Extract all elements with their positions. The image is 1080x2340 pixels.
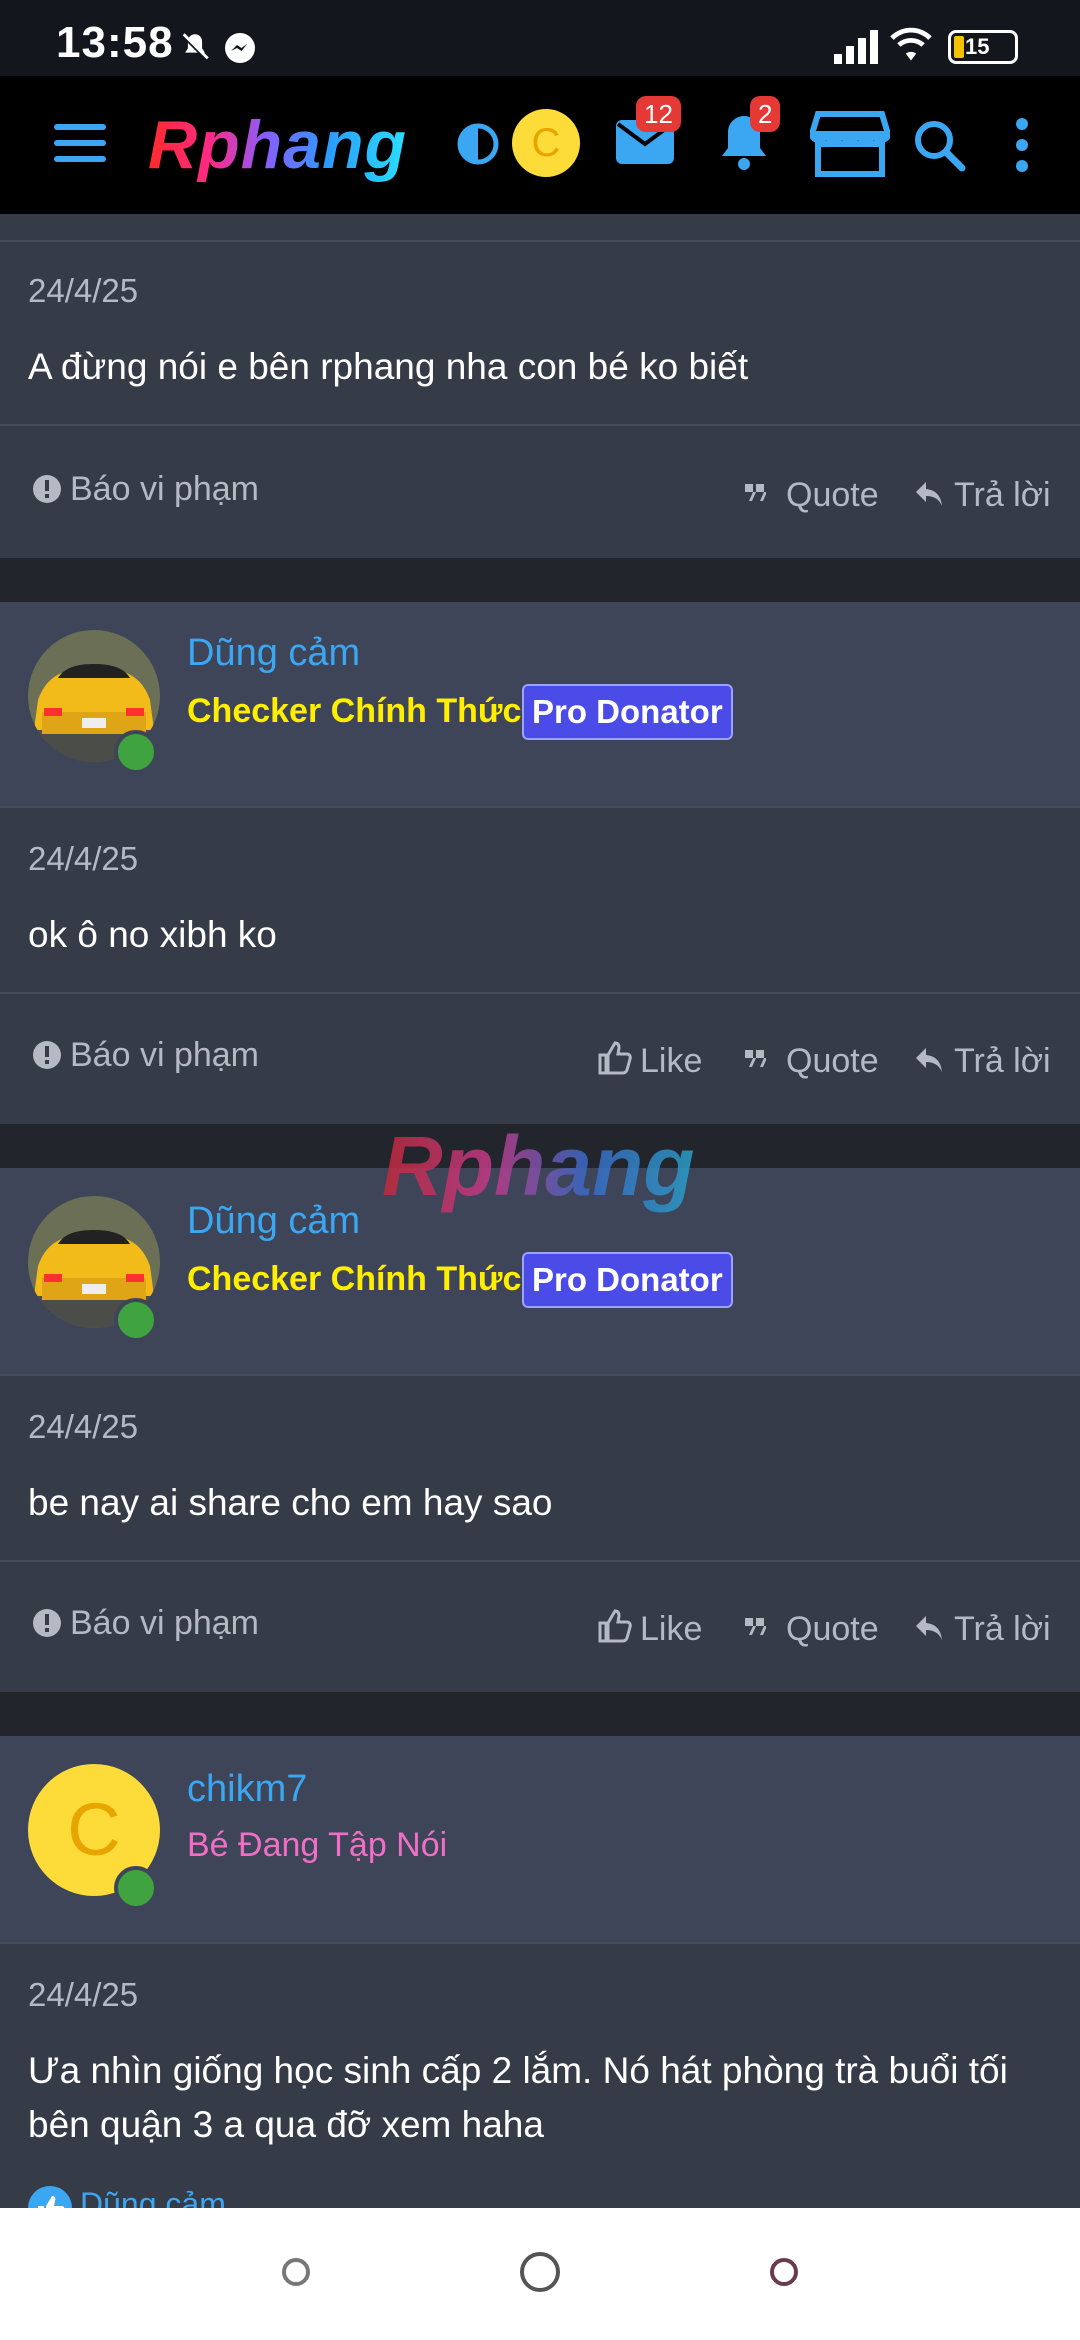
like-icon: [596, 1608, 632, 1644]
nav-home-button[interactable]: [520, 2252, 560, 2292]
user-title: Bé Đang Tập Nói: [187, 1826, 448, 1864]
divider: [0, 1560, 1080, 1562]
quote-button[interactable]: Quote: [786, 1610, 879, 1649]
post-user-section: [0, 1736, 1080, 1942]
post-username[interactable]: Dũng cảm: [187, 632, 360, 675]
quote-icon: [744, 1048, 767, 1070]
divider: [0, 806, 1080, 808]
user-title: Checker Chính Thức: [187, 692, 522, 730]
online-status-icon: [114, 730, 158, 774]
report-link[interactable]: Báo vi phạm: [70, 470, 259, 509]
post-username[interactable]: chikm7: [187, 1768, 307, 1811]
like-button[interactable]: Like: [640, 1610, 702, 1649]
watermark-logo: Rphang: [382, 1119, 695, 1213]
nav-back-button[interactable]: [282, 2258, 310, 2286]
quote-button[interactable]: Quote: [786, 1042, 879, 1081]
report-icon[interactable]: [32, 474, 62, 504]
post-gap: [0, 558, 1080, 602]
battery-level: 15: [965, 34, 990, 59]
report-icon[interactable]: [32, 1040, 62, 1070]
reply-icon: [914, 1046, 944, 1074]
messenger-icon: [222, 30, 258, 66]
quote-icon: [744, 482, 767, 504]
reply-icon: [914, 480, 944, 508]
pro-donator-badge: Pro Donator: [522, 684, 733, 740]
post-date: 24/4/25: [28, 1408, 139, 1445]
divider: [0, 1942, 1080, 1944]
alerts-count-badge: 2: [750, 96, 781, 132]
divider: [0, 240, 1080, 242]
reply-button[interactable]: Trả lời: [954, 1610, 1051, 1649]
theme-toggle-icon[interactable]: [456, 122, 500, 166]
messages-count-badge: 12: [636, 96, 681, 132]
more-options-icon[interactable]: [1012, 118, 1032, 172]
site-logo[interactable]: Rphang: [148, 106, 407, 184]
like-icon: [596, 1040, 632, 1076]
pro-donator-badge: Pro Donator: [522, 1252, 733, 1308]
online-status-icon: [114, 1298, 158, 1342]
report-icon[interactable]: [32, 1608, 62, 1638]
divider: [0, 1374, 1080, 1376]
signal-icon: [832, 30, 880, 66]
like-button[interactable]: Like: [640, 1042, 702, 1081]
user-title: Checker Chính Thức: [187, 1260, 522, 1298]
nav-recents-button[interactable]: [770, 2258, 798, 2286]
post-text: A đừng nói e bên rphang nha con bé ko bi…: [28, 346, 749, 387]
user-avatar-letter: C: [531, 121, 561, 165]
wifi-icon: [890, 26, 932, 64]
menu-icon[interactable]: [52, 120, 108, 166]
user-avatar-letter: C: [67, 1788, 121, 1871]
search-icon[interactable]: [912, 118, 966, 172]
mute-icon: [178, 30, 212, 64]
divider: [0, 424, 1080, 426]
store-icon[interactable]: [807, 110, 893, 178]
post-text: ok ô no xibh ko: [28, 914, 277, 955]
battery-icon: 15: [948, 30, 1018, 64]
reply-button[interactable]: Trả lời: [954, 476, 1051, 515]
report-link[interactable]: Báo vi phạm: [70, 1036, 259, 1075]
post-username[interactable]: Dũng cảm: [187, 1200, 360, 1243]
divider: [0, 992, 1080, 994]
quote-icon: [744, 1616, 767, 1638]
post-date: 24/4/25: [28, 1976, 139, 2013]
user-avatar[interactable]: C: [512, 109, 580, 177]
post-gap: [0, 1692, 1080, 1736]
post-date: 24/4/25: [28, 840, 139, 877]
report-link[interactable]: Báo vi phạm: [70, 1604, 259, 1643]
quote-button[interactable]: Quote: [786, 476, 879, 515]
reply-button[interactable]: Trả lời: [954, 1042, 1051, 1081]
post-date: 24/4/25: [28, 272, 139, 309]
post-text: be nay ai share cho em hay sao: [28, 1482, 553, 1523]
status-time: 13:58: [56, 18, 174, 67]
reply-icon: [914, 1614, 944, 1642]
post-text: Ưa nhìn giống học sinh cấp 2 lắm. Nó hát…: [28, 2050, 1008, 2145]
online-status-icon: [114, 1866, 158, 1910]
